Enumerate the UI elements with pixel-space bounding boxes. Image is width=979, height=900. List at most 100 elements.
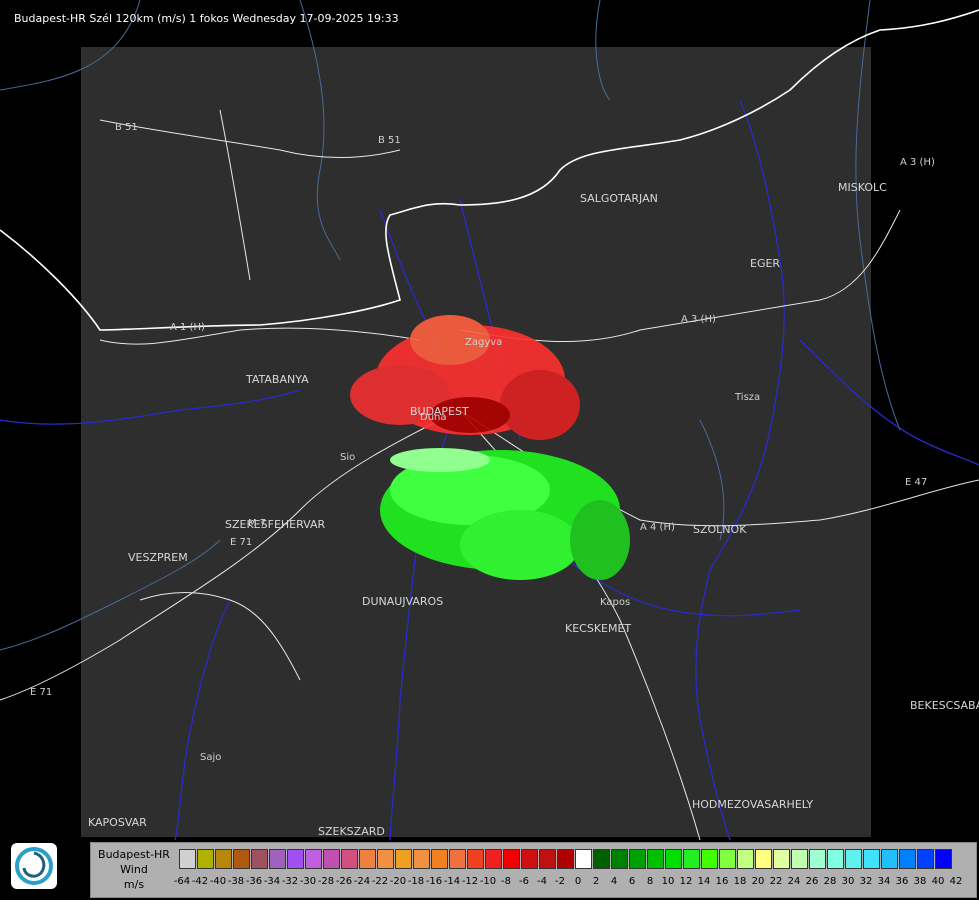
legend-swatch bbox=[215, 849, 232, 869]
legend-tick-label: -32 bbox=[281, 876, 299, 887]
legend-tick-label: 28 bbox=[823, 876, 837, 887]
legend-tick-label: -42 bbox=[191, 876, 209, 887]
place-label: SZEKESFEHERVAR bbox=[225, 518, 326, 531]
place-label: VESZPREM bbox=[128, 551, 188, 564]
road-label: M 7 bbox=[248, 518, 266, 529]
legend-tick-label: -10 bbox=[479, 876, 497, 887]
legend-swatch bbox=[233, 849, 250, 869]
legend-tick-label: 8 bbox=[646, 876, 654, 887]
legend-swatch bbox=[665, 849, 682, 869]
road-label: A 3 (H) bbox=[900, 157, 935, 168]
legend-swatch bbox=[503, 849, 520, 869]
legend-swatch bbox=[521, 849, 538, 869]
legend-tick-label: -38 bbox=[227, 876, 245, 887]
legend-swatch bbox=[485, 849, 502, 869]
place-label: MISKOLC bbox=[838, 181, 887, 194]
legend-swatch bbox=[179, 849, 196, 869]
place-label: SZEKSZARD bbox=[318, 825, 385, 838]
legend-tick-label: 30 bbox=[841, 876, 855, 887]
legend-swatch bbox=[377, 849, 394, 869]
legend-swatch bbox=[467, 849, 484, 869]
river-label: Sio bbox=[340, 452, 355, 463]
legend-tick-label: -20 bbox=[389, 876, 407, 887]
legend-tick-label: 0 bbox=[574, 876, 582, 887]
legend-tick-label: 14 bbox=[697, 876, 711, 887]
place-label: KECSKEMET bbox=[565, 622, 631, 635]
legend-tick-label: -26 bbox=[335, 876, 353, 887]
legend-tick-label: 22 bbox=[769, 876, 783, 887]
legend-swatch bbox=[251, 849, 268, 869]
legend-tick-label: -18 bbox=[407, 876, 425, 887]
legend-swatch bbox=[413, 849, 430, 869]
legend-swatch bbox=[917, 849, 934, 869]
legend-tick-label: -14 bbox=[443, 876, 461, 887]
legend-swatch bbox=[629, 849, 646, 869]
legend-tick-label: 4 bbox=[610, 876, 618, 887]
legend-tick-label: -16 bbox=[425, 876, 443, 887]
legend-swatches bbox=[179, 849, 953, 869]
legend-tick-label: 18 bbox=[733, 876, 747, 887]
legend-tick-label: -36 bbox=[245, 876, 263, 887]
logo bbox=[11, 843, 57, 889]
legend-tick-label: 40 bbox=[931, 876, 945, 887]
legend-swatch bbox=[575, 849, 592, 869]
road-label: A 4 (H) bbox=[640, 522, 675, 533]
legend-swatch bbox=[935, 849, 952, 869]
legend-swatch bbox=[737, 849, 754, 869]
place-label: BEKESCSABA bbox=[910, 699, 979, 712]
legend-tick-label: 12 bbox=[679, 876, 693, 887]
legend-tick-label: -8 bbox=[501, 876, 511, 887]
legend-tick-label: -40 bbox=[209, 876, 227, 887]
place-label: SZOLNOK bbox=[693, 523, 747, 536]
place-label: TATABANYA bbox=[245, 373, 309, 386]
legend-tick-label: 32 bbox=[859, 876, 873, 887]
color-legend: Budapest-HR Wind m/s -64 -42 -40 -38 -36 -34-… bbox=[90, 842, 977, 898]
legend-tick-label: 2 bbox=[592, 876, 600, 887]
legend-swatch bbox=[449, 849, 466, 869]
legend-tick-label: 16 bbox=[715, 876, 729, 887]
road-label: B 51 bbox=[115, 122, 138, 133]
river-label: Kapos bbox=[600, 597, 630, 608]
legend-tick-label: 20 bbox=[751, 876, 765, 887]
legend-swatch bbox=[863, 849, 880, 869]
radar-coverage-area bbox=[81, 47, 871, 837]
legend-tick-label: -12 bbox=[461, 876, 479, 887]
legend-tick-label: 36 bbox=[895, 876, 909, 887]
swirl-icon bbox=[15, 847, 53, 885]
place-label: DUNAUJVAROS bbox=[362, 595, 443, 608]
radar-title: Budapest-HR Szél 120km (m/s) 1 fokos Wed… bbox=[14, 12, 399, 25]
place-label: SALGOTARJAN bbox=[580, 192, 658, 205]
legend-tick-label: 24 bbox=[787, 876, 801, 887]
river-label: Tisza bbox=[734, 392, 760, 403]
legend-swatch bbox=[845, 849, 862, 869]
legend-title: Budapest-HR Wind m/s bbox=[93, 847, 175, 892]
legend-tick-label: -64 bbox=[173, 876, 191, 887]
legend-swatch bbox=[773, 849, 790, 869]
legend-swatch bbox=[611, 849, 628, 869]
legend-swatch bbox=[683, 849, 700, 869]
road-label: A 3 (H) bbox=[681, 314, 716, 325]
place-label: EGER bbox=[750, 257, 780, 270]
place-label: HODMEZOVASARHELY bbox=[692, 798, 813, 811]
legend-tick-label: -24 bbox=[353, 876, 371, 887]
river-label: Duna bbox=[420, 412, 447, 423]
legend-swatch bbox=[881, 849, 898, 869]
legend-swatch bbox=[539, 849, 556, 869]
road-label: B 51 bbox=[378, 135, 401, 146]
legend-title-line-2: Wind bbox=[120, 863, 148, 876]
legend-tick-label: 34 bbox=[877, 876, 891, 887]
legend-swatch bbox=[359, 849, 376, 869]
road-label: E 47 bbox=[905, 477, 927, 488]
legend-tick-label: 10 bbox=[661, 876, 675, 887]
place-label: KAPOSVAR bbox=[88, 816, 147, 829]
legend-tick-label: 6 bbox=[628, 876, 636, 887]
legend-swatch bbox=[809, 849, 826, 869]
legend-tick-label: -22 bbox=[371, 876, 389, 887]
legend-swatch bbox=[719, 849, 736, 869]
legend-title-line-1: Budapest-HR bbox=[98, 848, 170, 861]
river-label: Zagyva bbox=[465, 337, 502, 348]
legend-swatch bbox=[395, 849, 412, 869]
legend-ticks: -64 -42 -40 -38 -36 -34 -32 -30 -28 -26 -24 -22 -20-… bbox=[173, 876, 965, 887]
legend-tick-label: -34 bbox=[263, 876, 281, 887]
legend-swatch bbox=[593, 849, 610, 869]
